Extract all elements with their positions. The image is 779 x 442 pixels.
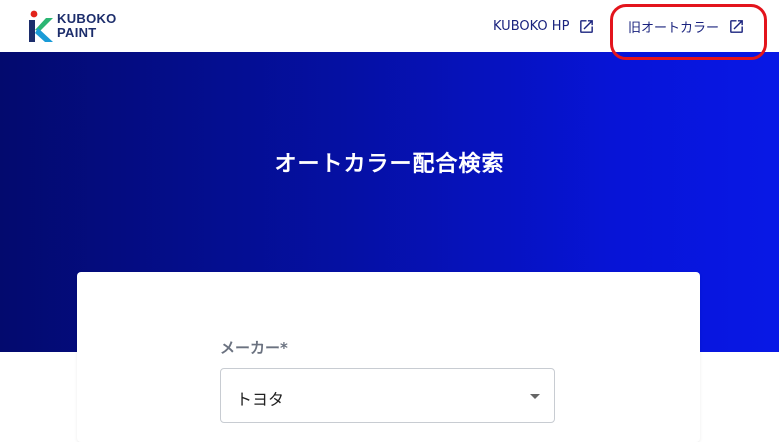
- external-link-icon: [730, 19, 743, 33]
- chevron-down-icon: [530, 394, 540, 399]
- logo-line-1: KUBOKO: [57, 11, 117, 26]
- external-link-icon: [580, 19, 594, 33]
- maker-field-label: メーカー*: [220, 339, 288, 357]
- site-header: KUBOKO PAINT KUBOKO HP 旧オートカラー: [0, 0, 779, 52]
- page-title: オートカラー配合検索: [274, 152, 505, 177]
- maker-select[interactable]: トヨタ: [220, 368, 555, 423]
- maker-select-value: トヨタ: [236, 390, 285, 409]
- search-form-card: メーカー* トヨタ: [77, 272, 700, 442]
- logo-mark-icon: [29, 10, 53, 42]
- kuboko-hp-link[interactable]: KUBOKO HP: [493, 16, 595, 36]
- logo-line-2: PAINT: [57, 25, 97, 40]
- kuboko-paint-logo[interactable]: KUBOKO PAINT: [26, 9, 136, 43]
- logo-text: KUBOKO PAINT: [57, 12, 117, 40]
- old-autocolor-link[interactable]: 旧オートカラー: [628, 16, 745, 36]
- old-autocolor-link-label: 旧オートカラー: [628, 20, 720, 36]
- kuboko-hp-link-label: KUBOKO HP: [493, 18, 570, 34]
